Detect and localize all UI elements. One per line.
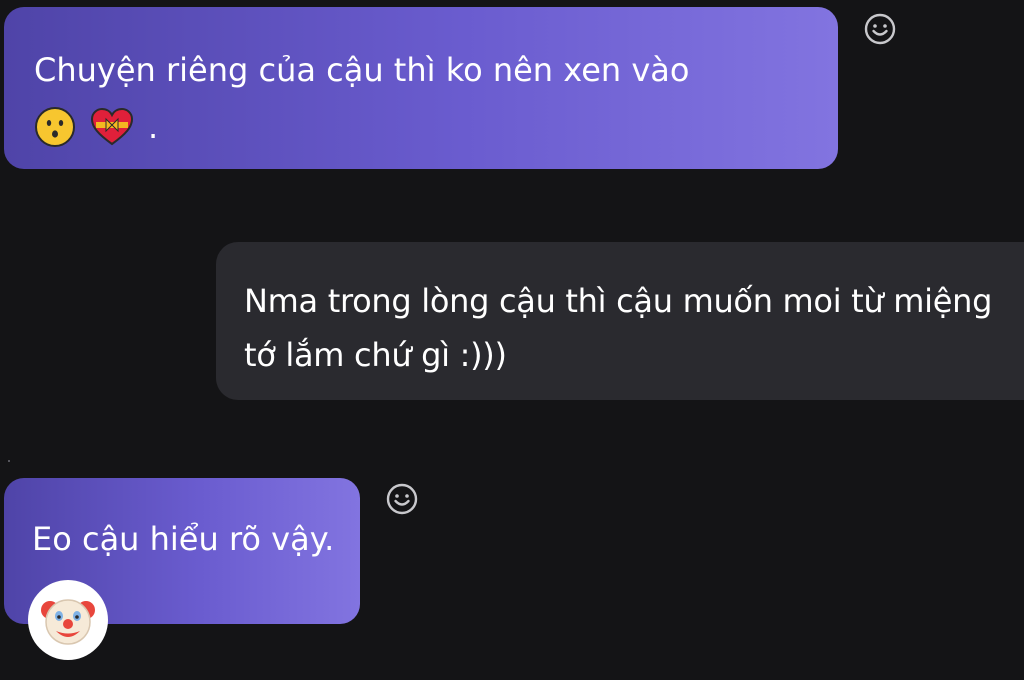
message-bubble-incoming[interactable]: Nma trong lòng cậu thì cậu muốn moi từ m…	[216, 242, 1024, 400]
message-text: Eo cậu hiểu rõ vậy.	[32, 520, 335, 558]
message-bubble-outgoing[interactable]: Chuyện riêng của cậu thì ko nên xen vào …	[4, 7, 838, 169]
message-trailing-text: .	[148, 108, 159, 146]
reaction-badge[interactable]	[28, 580, 108, 660]
message-text-line2: tớ lắm chứ gì :)))	[244, 336, 507, 374]
heart-with-ribbon-emoji	[90, 107, 134, 146]
message-text: Chuyện riêng của cậu thì ko nên xen vào	[34, 51, 690, 89]
smiley-react-icon[interactable]	[385, 482, 419, 516]
hushed-face-emoji	[35, 107, 75, 147]
smiley-react-icon[interactable]	[863, 12, 897, 46]
emoji-row: .	[34, 105, 838, 149]
divider-dot	[8, 460, 10, 462]
message-text-line1: Nma trong lòng cậu thì cậu muốn moi từ m…	[244, 282, 993, 320]
clown-face-emoji	[41, 599, 95, 645]
